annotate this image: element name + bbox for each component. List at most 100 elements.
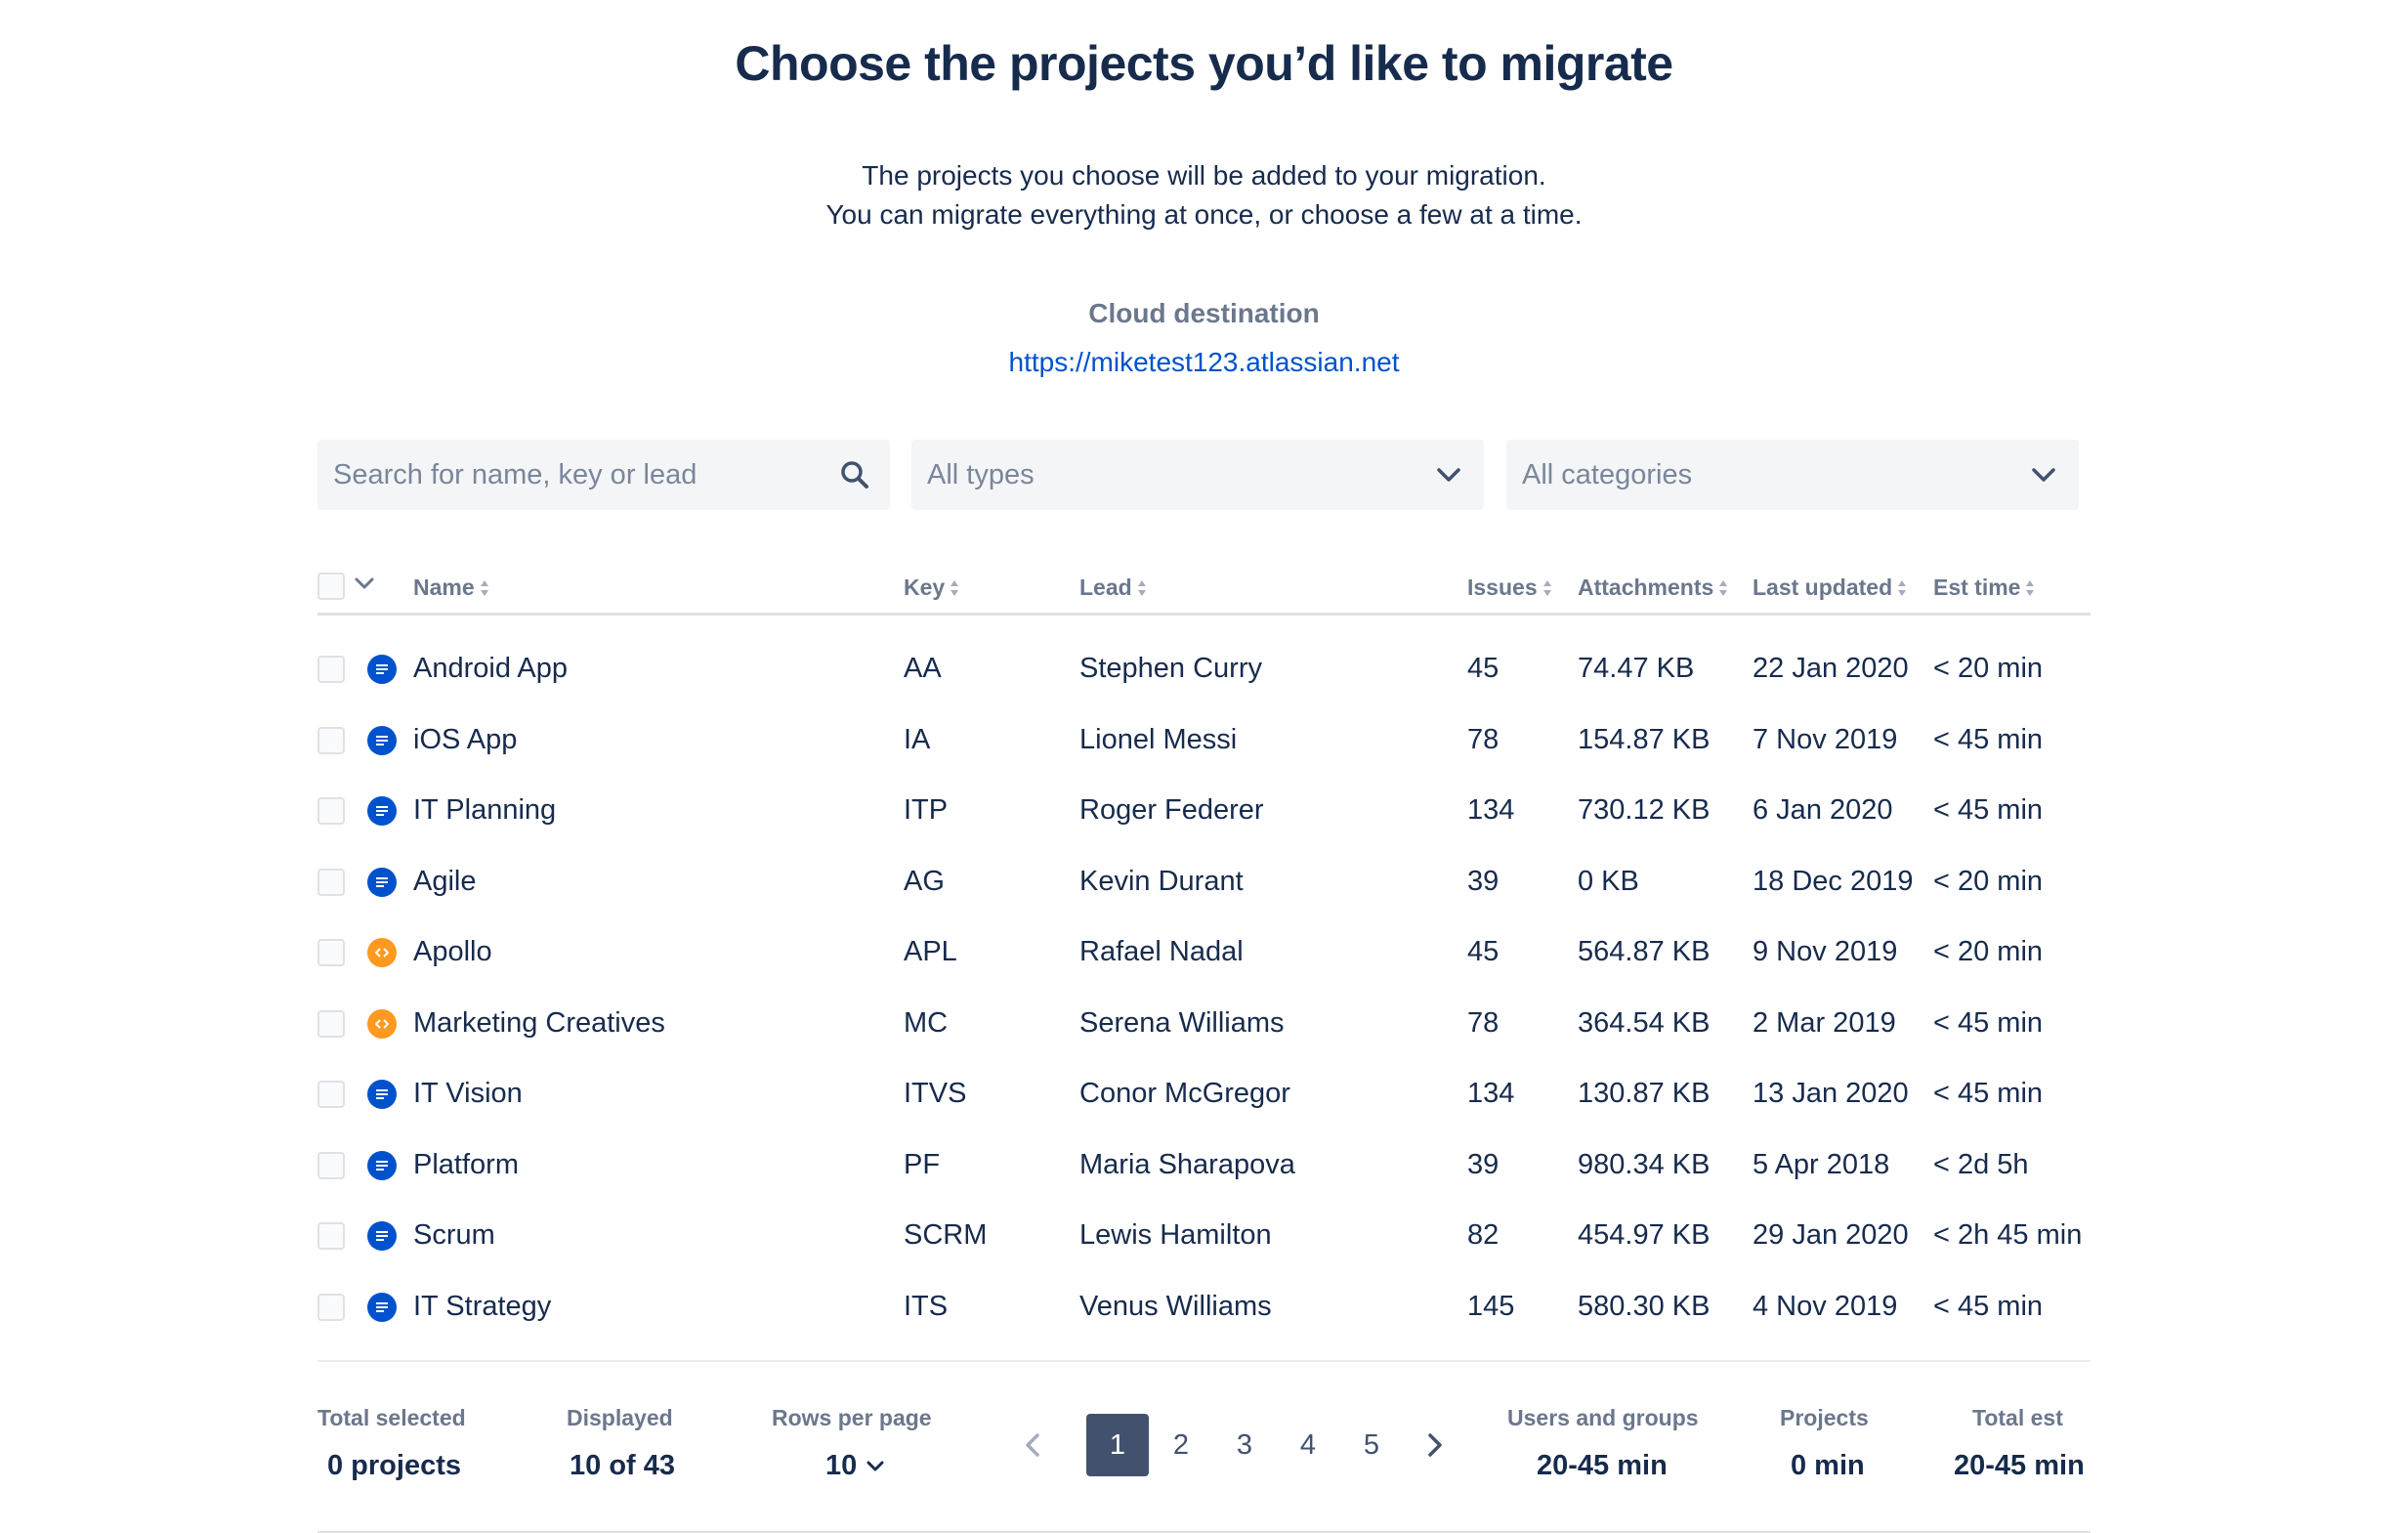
table-header: Name Key Lead Issues Attachments Last up… — [317, 565, 2091, 616]
table-row[interactable]: Android App AA Stephen Curry 45 74.47 KB 22 J… — [317, 635, 2091, 706]
table-row[interactable]: Marketing Creatives MC Serena Williams 78 36… — [317, 990, 2091, 1061]
column-header-attachments[interactable]: Attachments — [1578, 575, 1728, 601]
search-icon[interactable] — [835, 455, 874, 494]
table-row[interactable]: Apollo APL Rafael Nadal 45 564.87 KB 9 Nov 20… — [317, 918, 2091, 990]
row-checkbox[interactable] — [317, 868, 345, 896]
column-header-key-label: Key — [904, 575, 946, 600]
table-row[interactable]: Scrum SCRM Lewis Hamilton 82 454.97 KB 29 Jan… — [317, 1202, 2091, 1273]
sort-icon — [480, 579, 489, 596]
column-header-last-updated-label: Last updated — [1753, 575, 1893, 600]
project-last-updated: 22 Jan 2020 — [1753, 653, 1909, 684]
table-row[interactable]: Agile AG Kevin Durant 39 0 KB 18 Dec 2019 < 20… — [317, 848, 2091, 919]
project-issues: 78 — [1467, 1006, 1500, 1039]
project-attachments: 130.87 KB — [1578, 1078, 1711, 1109]
table-row[interactable]: iOS App IA Lionel Messi 78 154.87 KB 7 Nov 20… — [317, 706, 2091, 778]
search-input[interactable] — [333, 458, 835, 491]
project-name: IT Strategy — [413, 1290, 552, 1322]
row-checkbox[interactable] — [317, 726, 345, 754]
users-groups-value: 20-45 min — [1537, 1450, 1668, 1481]
description-line-2: You can migrate everything at once, or c… — [825, 199, 1583, 230]
column-header-issues[interactable]: Issues — [1467, 575, 1552, 601]
project-lead: Serena Williams — [1079, 1006, 1285, 1039]
project-lead: Lionel Messi — [1079, 723, 1238, 755]
project-key: PF — [904, 1148, 941, 1180]
page-1-button[interactable]: 1 — [1086, 1414, 1149, 1476]
sort-icon — [1137, 579, 1147, 596]
table-row[interactable]: Platform PF Maria Sharapova 39 980.34 KB 5 Ap… — [317, 1131, 2091, 1203]
project-key: ITS — [904, 1290, 949, 1322]
project-lead: Venus Williams — [1079, 1290, 1272, 1322]
software-project-icon — [367, 1150, 397, 1180]
project-last-updated: 2 Mar 2019 — [1753, 1006, 1896, 1039]
table-row[interactable]: IT Strategy ITS Venus Williams 145 580.30 KB… — [317, 1273, 2091, 1344]
business-project-icon — [367, 1008, 397, 1039]
next-page-chevron-right-icon[interactable] — [1404, 1414, 1466, 1476]
sort-icon — [2026, 579, 2035, 596]
project-lead: Maria Sharapova — [1079, 1148, 1295, 1180]
row-checkbox[interactable] — [317, 1222, 345, 1250]
project-est-time: < 20 min — [1933, 936, 2044, 967]
column-header-attachments-label: Attachments — [1578, 575, 1714, 600]
project-lead: Kevin Durant — [1079, 865, 1244, 897]
page-3-button[interactable]: 3 — [1213, 1414, 1276, 1476]
project-issues: 78 — [1467, 723, 1500, 755]
project-type-select[interactable]: All types — [911, 440, 1484, 510]
project-attachments: 364.54 KB — [1578, 1006, 1711, 1039]
users-groups-label: Users and groups — [1507, 1405, 1699, 1430]
bulk-select-chevron-down-icon[interactable] — [355, 576, 374, 594]
page-2-button[interactable]: 2 — [1150, 1414, 1212, 1476]
search-field[interactable] — [317, 440, 890, 510]
project-key: AG — [904, 865, 945, 897]
project-issues: 82 — [1467, 1219, 1500, 1251]
project-last-updated: 13 Jan 2020 — [1753, 1078, 1909, 1109]
cloud-destination-link[interactable]: https://miketest123.atlassian.net — [0, 347, 2408, 378]
chevron-down-icon — [2024, 455, 2063, 494]
project-est-time: < 45 min — [1933, 723, 2044, 755]
project-last-updated: 18 Dec 2019 — [1753, 865, 1914, 897]
rows-per-page-select[interactable]: 10 — [825, 1450, 884, 1482]
project-key: MC — [904, 1006, 949, 1039]
row-checkbox[interactable] — [317, 1151, 345, 1179]
row-checkbox[interactable] — [317, 1293, 345, 1321]
project-category-select[interactable]: All categories — [1506, 440, 2079, 510]
description-line-1: The projects you choose will be added to… — [862, 160, 1546, 191]
column-header-key[interactable]: Key — [904, 575, 959, 601]
project-attachments: 154.87 KB — [1578, 723, 1711, 755]
project-name: Platform — [413, 1148, 519, 1180]
project-name: Scrum — [413, 1219, 495, 1251]
column-header-last-updated[interactable]: Last updated — [1753, 575, 1907, 601]
table-row[interactable]: IT Vision ITVS Conor McGregor 134 130.87 KB 1… — [317, 1060, 2091, 1131]
total-selected-label: Total selected — [317, 1405, 466, 1430]
project-last-updated: 29 Jan 2020 — [1753, 1219, 1909, 1251]
row-checkbox[interactable] — [317, 1081, 345, 1108]
page-5-button[interactable]: 5 — [1340, 1414, 1403, 1476]
project-key: IA — [904, 723, 931, 755]
column-header-lead[interactable]: Lead — [1079, 575, 1147, 601]
project-type-value: All types — [927, 458, 1035, 490]
project-name: Agile — [413, 865, 477, 897]
table-row[interactable]: IT Planning ITP Roger Federer 134 730.12 KB 6… — [317, 777, 2091, 848]
page-4-button[interactable]: 4 — [1277, 1414, 1339, 1476]
project-name: IT Planning — [413, 794, 557, 826]
row-checkbox[interactable] — [317, 656, 345, 683]
project-key: APL — [904, 936, 957, 967]
previous-page-chevron-left-icon[interactable] — [1001, 1414, 1064, 1476]
project-est-time: < 45 min — [1933, 794, 2044, 826]
page-title: Choose the projects you’d like to migrat… — [735, 36, 1673, 91]
row-checkbox[interactable] — [317, 939, 345, 966]
project-attachments: 564.87 KB — [1578, 936, 1711, 967]
project-lead: Lewis Hamilton — [1079, 1219, 1272, 1251]
row-checkbox[interactable] — [317, 1009, 345, 1038]
column-header-est-time[interactable]: Est time — [1933, 575, 2035, 601]
row-checkbox[interactable] — [317, 797, 345, 825]
project-issues: 145 — [1467, 1290, 1515, 1322]
sort-icon — [1898, 579, 1907, 596]
cloud-destination-label: Cloud destination — [1088, 298, 1320, 328]
project-attachments: 730.12 KB — [1578, 794, 1711, 826]
displayed-label: Displayed — [567, 1405, 673, 1430]
project-name: iOS App — [413, 723, 518, 755]
project-lead: Stephen Curry — [1079, 653, 1262, 684]
projects-est-label: Projects — [1780, 1405, 1869, 1430]
column-header-name[interactable]: Name — [413, 575, 489, 601]
select-all-checkbox[interactable] — [317, 573, 345, 600]
